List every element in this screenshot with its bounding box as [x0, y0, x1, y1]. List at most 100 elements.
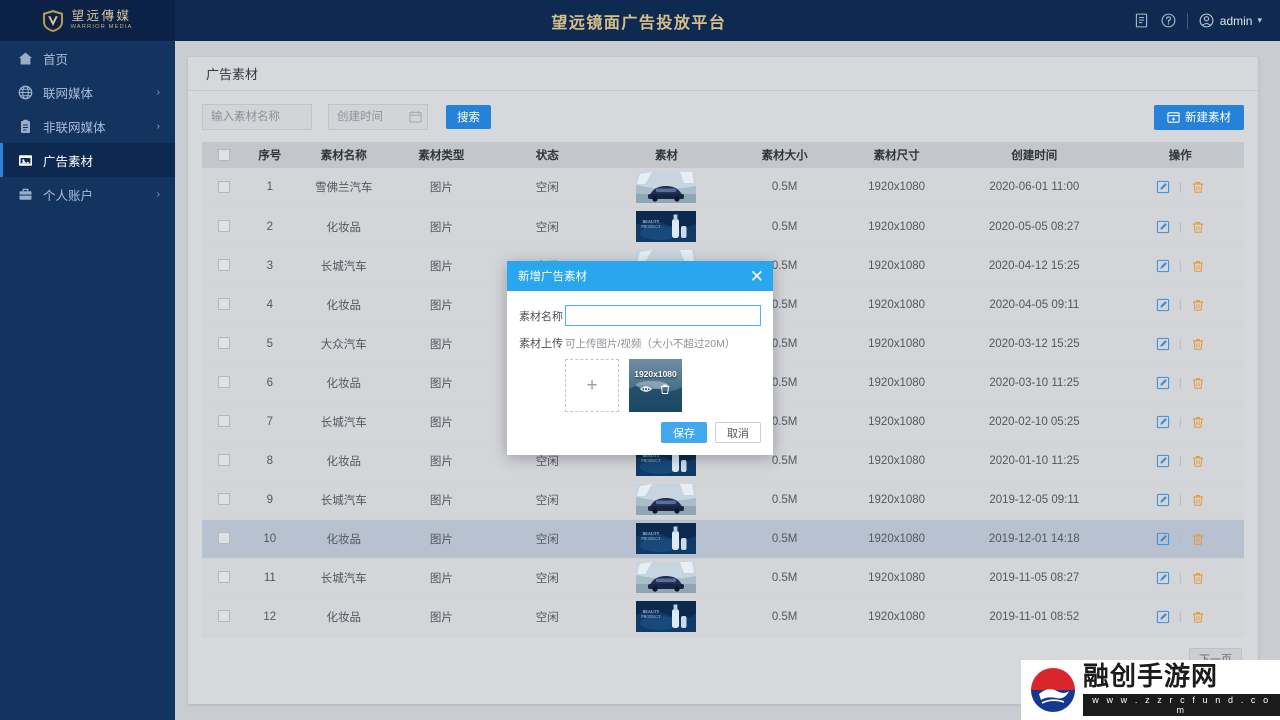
cell-type: 图片 [393, 363, 490, 403]
upload-area: + 1920x1080 [565, 359, 761, 412]
row-checkbox[interactable] [217, 259, 230, 272]
edit-icon[interactable] [1156, 415, 1170, 429]
sidebar-item-5[interactable]: 个人账户 › [0, 177, 175, 211]
cell-actions: | [1116, 480, 1244, 520]
cell-no: 7 [245, 402, 295, 442]
cell-name: 长城汽车 [294, 246, 394, 286]
trash-icon[interactable] [1191, 298, 1205, 312]
column-header-5: 素材 [604, 142, 729, 168]
sidebar-item-4[interactable]: 广告素材 [0, 143, 175, 177]
cell-name: 长城汽车 [294, 558, 394, 598]
edit-icon[interactable] [1156, 298, 1170, 312]
svg-text:PRODUCT: PRODUCT [642, 224, 662, 229]
dialog-body: 素材名称 素材上传 可上传图片/视频（大小不超过20M） + 1920x1080 [507, 291, 773, 412]
cell-thumbnail [604, 480, 729, 520]
brand-logo-en: WARRIOR MEDIA [70, 24, 133, 31]
row-checkbox[interactable] [217, 493, 230, 506]
cell-name: 长城汽车 [294, 402, 394, 442]
edit-icon[interactable] [1156, 571, 1170, 585]
cell-dimension: 1920x1080 [841, 558, 953, 598]
save-button[interactable]: 保存 [661, 422, 707, 443]
row-checkbox[interactable] [217, 181, 230, 194]
eye-icon[interactable] [640, 383, 652, 395]
watermark-text: 融创手游网 w w w . z z r c f u n d . c o m [1083, 663, 1280, 717]
trash-icon[interactable] [659, 383, 671, 395]
cell-type: 图片 [393, 168, 490, 208]
row-checkbox[interactable] [217, 571, 230, 584]
trash-icon[interactable] [1191, 259, 1205, 273]
add-material-icon [1167, 111, 1180, 123]
table-row[interactable]: 12 化妆品 图片 空闲 BEAUTY PRODUCT 0.5M 1920x1080 2019-… [202, 597, 1244, 637]
cell-actions: | [1116, 558, 1244, 598]
trash-icon[interactable] [1191, 180, 1205, 194]
cell-created: 2020-06-01 11:00 [952, 168, 1117, 208]
row-checkbox[interactable] [217, 610, 230, 623]
column-header-2: 素材名称 [294, 142, 394, 168]
cell-thumbnail [604, 168, 729, 208]
trash-icon[interactable] [1191, 493, 1205, 507]
material-name-search-input[interactable] [202, 104, 312, 130]
row-checkbox[interactable] [217, 415, 230, 428]
cell-dimension: 1920x1080 [841, 285, 953, 325]
row-checkbox[interactable] [217, 454, 230, 467]
sidebar-item-1[interactable]: 首页 [0, 41, 175, 75]
edit-icon[interactable] [1156, 337, 1170, 351]
row-checkbox[interactable] [217, 298, 230, 311]
material-upload-label: 素材上传 [519, 338, 563, 350]
document-icon[interactable] [1133, 12, 1150, 29]
row-checkbox[interactable] [217, 532, 230, 545]
material-name-input[interactable] [565, 305, 761, 326]
trash-icon[interactable] [1191, 220, 1205, 234]
cell-created: 2020-04-12 15:25 [952, 246, 1117, 286]
calendar-icon[interactable] [409, 110, 422, 123]
trash-icon[interactable] [1191, 337, 1205, 351]
cell-thumbnail: BEAUTYPRODUCT [604, 597, 729, 637]
globe-icon [18, 85, 33, 99]
sidebar-item-2[interactable]: 联网媒体 › [0, 75, 175, 109]
trash-icon[interactable] [1191, 454, 1205, 468]
cell-status: 空闲 [489, 168, 605, 208]
new-material-button[interactable]: 新建素材 [1154, 104, 1244, 130]
edit-icon[interactable] [1156, 493, 1170, 507]
edit-icon[interactable] [1156, 220, 1170, 234]
divider: | [1178, 298, 1182, 311]
row-checkbox[interactable] [217, 220, 230, 233]
edit-icon[interactable] [1156, 376, 1170, 390]
edit-icon[interactable] [1156, 454, 1170, 468]
select-all-checkbox[interactable] [217, 148, 230, 161]
edit-icon[interactable] [1156, 532, 1170, 546]
table-row[interactable]: 1 雪佛兰汽车 图片 空闲 0.5M 1920x1080 2020-06-01 11:00 | [202, 168, 1244, 208]
sidebar-item-label: 个人账户 [43, 188, 94, 203]
row-select-cell [202, 168, 246, 208]
uploaded-file-thumbnail[interactable]: 1920x1080 [629, 359, 682, 412]
cell-size: 0.5M [728, 558, 842, 598]
row-checkbox[interactable] [217, 337, 230, 350]
cancel-button[interactable]: 取消 [715, 422, 761, 443]
cell-created: 2020-01-10 11:25 [952, 441, 1117, 481]
table-row[interactable]: 9 长城汽车 图片 空闲 0.5M 1920x1080 2019-12-05 09:11 | [202, 480, 1244, 520]
row-checkbox[interactable] [217, 376, 230, 389]
home-icon [19, 52, 32, 64]
trash-icon[interactable] [1191, 532, 1205, 546]
edit-icon[interactable] [1156, 180, 1170, 194]
user-menu[interactable]: admin ▾ [1198, 12, 1262, 29]
cell-actions: | [1116, 519, 1244, 559]
table-row[interactable]: 2 化妆品 图片 空闲 BEAUTY PRODUCT 0.5M 1920x1080 2020-0… [202, 207, 1244, 247]
edit-icon[interactable] [1156, 610, 1170, 624]
help-icon[interactable] [1160, 12, 1177, 29]
edit-icon[interactable] [1156, 259, 1170, 273]
trash-icon[interactable] [1191, 571, 1205, 585]
trash-icon[interactable] [1191, 415, 1205, 429]
search-button[interactable]: 搜索 [446, 105, 491, 129]
cell-thumbnail [604, 558, 729, 598]
trash-icon[interactable] [1191, 610, 1205, 624]
cell-created: 2020-04-05 09:11 [952, 285, 1117, 325]
sidebar-item-3[interactable]: 非联网媒体 › [0, 109, 175, 143]
material-name-field-row: 素材名称 [519, 305, 761, 326]
close-icon[interactable]: ✕ [750, 268, 764, 285]
add-file-button[interactable]: + [565, 359, 619, 412]
row-select-cell [202, 324, 246, 364]
table-row[interactable]: 11 长城汽车 图片 空闲 0.5M 1920x1080 2019-11-05 08:27 | [202, 558, 1244, 598]
table-row[interactable]: 10 化妆品 图片 空闲 BEAUTY PRODUCT 0.5M 1920x1080 2019-… [202, 519, 1244, 559]
trash-icon[interactable] [1191, 376, 1205, 390]
